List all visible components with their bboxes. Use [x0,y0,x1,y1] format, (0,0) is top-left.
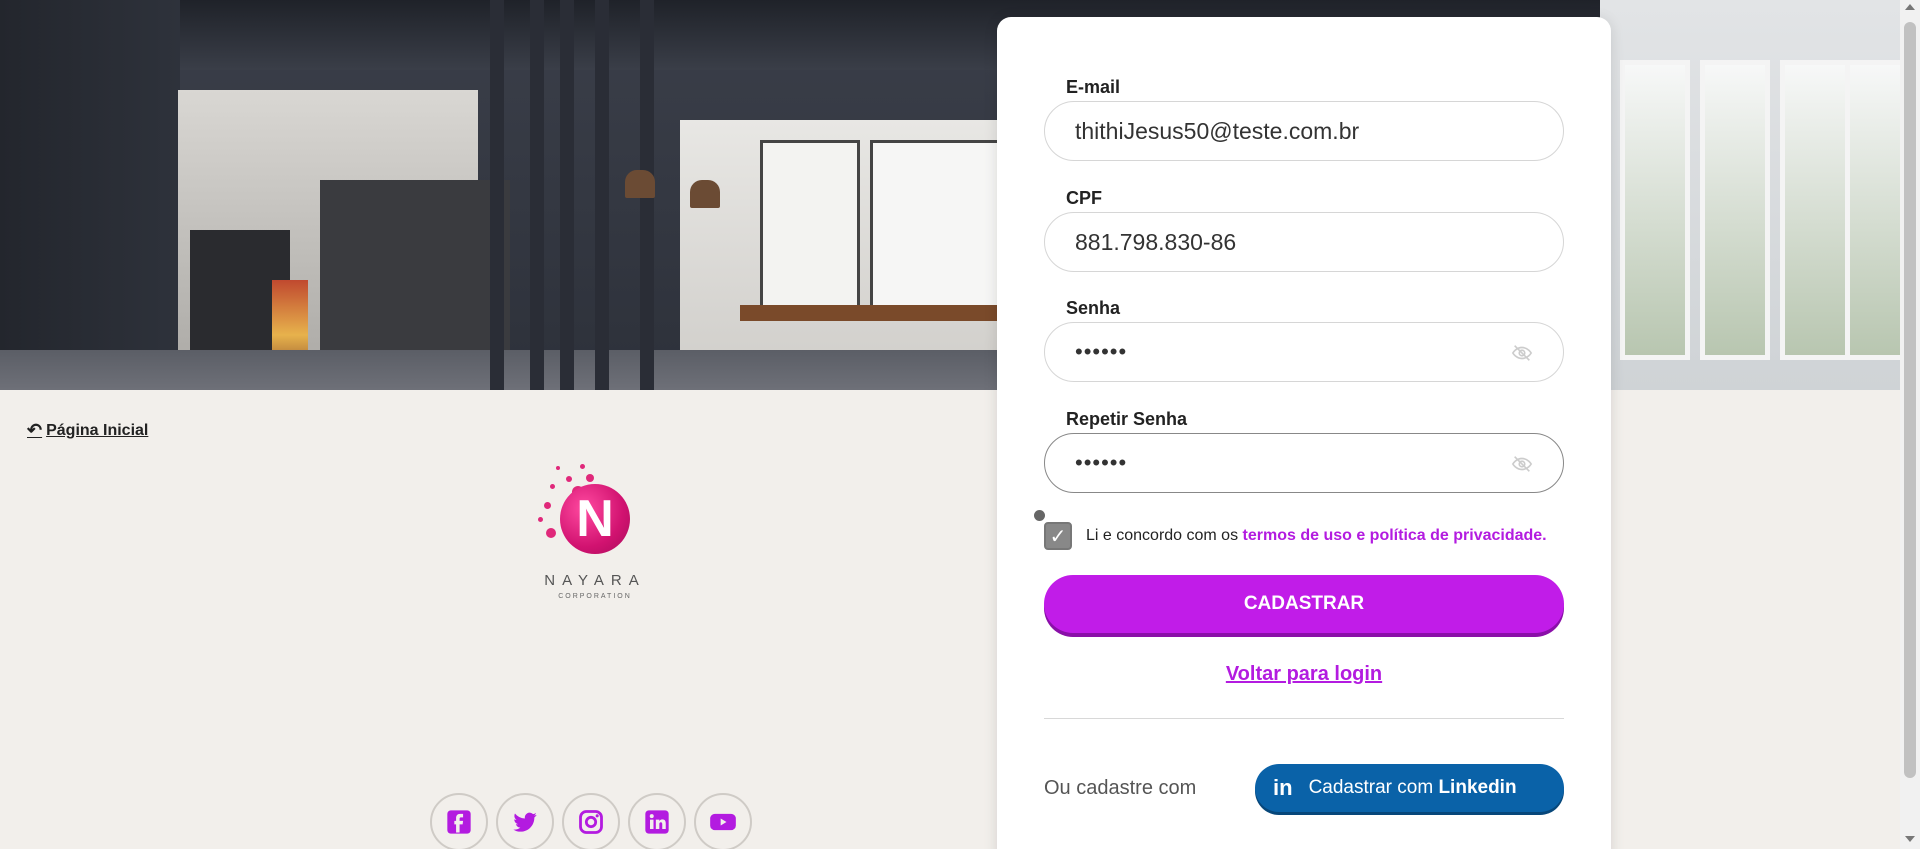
cpf-value: 881.798.830-86 [1075,228,1237,255]
linkedin-register-button[interactable]: in Cadastrar com Linkedin [1255,764,1564,812]
eye-slash-icon[interactable] [1511,342,1533,364]
nayara-logo: N NAYARA CORPORATION [530,462,660,607]
cpf-field[interactable]: 881.798.830-86 [1044,212,1564,272]
eye-slash-icon[interactable] [1511,453,1533,475]
home-link-label: Página Inicial [46,421,149,439]
linkedin-icon: in [1273,775,1293,800]
reply-arrow-icon: ↶ [27,420,43,440]
terms-link[interactable]: termos de uso e política de privacidade. [1243,527,1547,544]
brand-name: NAYARA [544,572,646,589]
instagram-icon[interactable] [562,793,620,849]
back-to-login-link[interactable]: Voltar para login [1044,663,1564,686]
check-icon: ✓ [1049,525,1067,548]
linkedin-button-prefix: Cadastrar com [1308,777,1434,798]
terms-prefix: Li e concordo com os [1086,527,1239,544]
password-label: Senha [1066,298,1121,318]
terms-checkbox[interactable]: ✓ [1044,522,1072,550]
repeat-password-value: •••••• [1075,450,1128,475]
email-label: E-mail [1066,77,1121,97]
focus-dot [1034,510,1045,521]
email-field[interactable]: thithiJesus50@teste.com.br [1044,101,1564,161]
home-link[interactable]: ↶ Página Inicial [27,420,148,441]
register-button[interactable]: CADASTRAR [1044,575,1564,633]
scrollbar[interactable] [1900,0,1920,849]
linkedin-icon[interactable] [628,793,686,849]
terms-text: Li e concordo com os termos de uso e pol… [1086,527,1547,545]
password-value: •••••• [1075,339,1128,364]
repeat-password-field[interactable]: •••••• [1044,433,1564,493]
password-field[interactable]: •••••• [1044,322,1564,382]
brand-subtitle: CORPORATION [558,593,632,600]
cpf-label: CPF [1066,188,1102,208]
facebook-icon[interactable] [430,793,488,849]
signup-card: E-mail thithiJesus50@teste.com.br CPF 88… [997,17,1611,849]
scroll-up-icon[interactable] [1905,4,1915,10]
or-register-with-label: Ou cadastre com [1044,777,1197,799]
logo-letter: N [576,490,614,548]
scrollbar-thumb[interactable] [1904,22,1916,778]
repeat-password-label: Repetir Senha [1066,409,1188,429]
terms-agreement: ✓ Li e concordo com os termos de uso e p… [1044,522,1547,550]
social-links [430,793,752,849]
linkedin-button-brand: Linkedin [1438,777,1517,798]
divider [1044,718,1564,719]
email-value: thithiJesus50@teste.com.br [1075,117,1360,144]
youtube-icon[interactable] [694,793,752,849]
twitter-icon[interactable] [496,793,554,849]
hero-office-image [0,0,1900,390]
scroll-down-icon[interactable] [1905,836,1915,842]
